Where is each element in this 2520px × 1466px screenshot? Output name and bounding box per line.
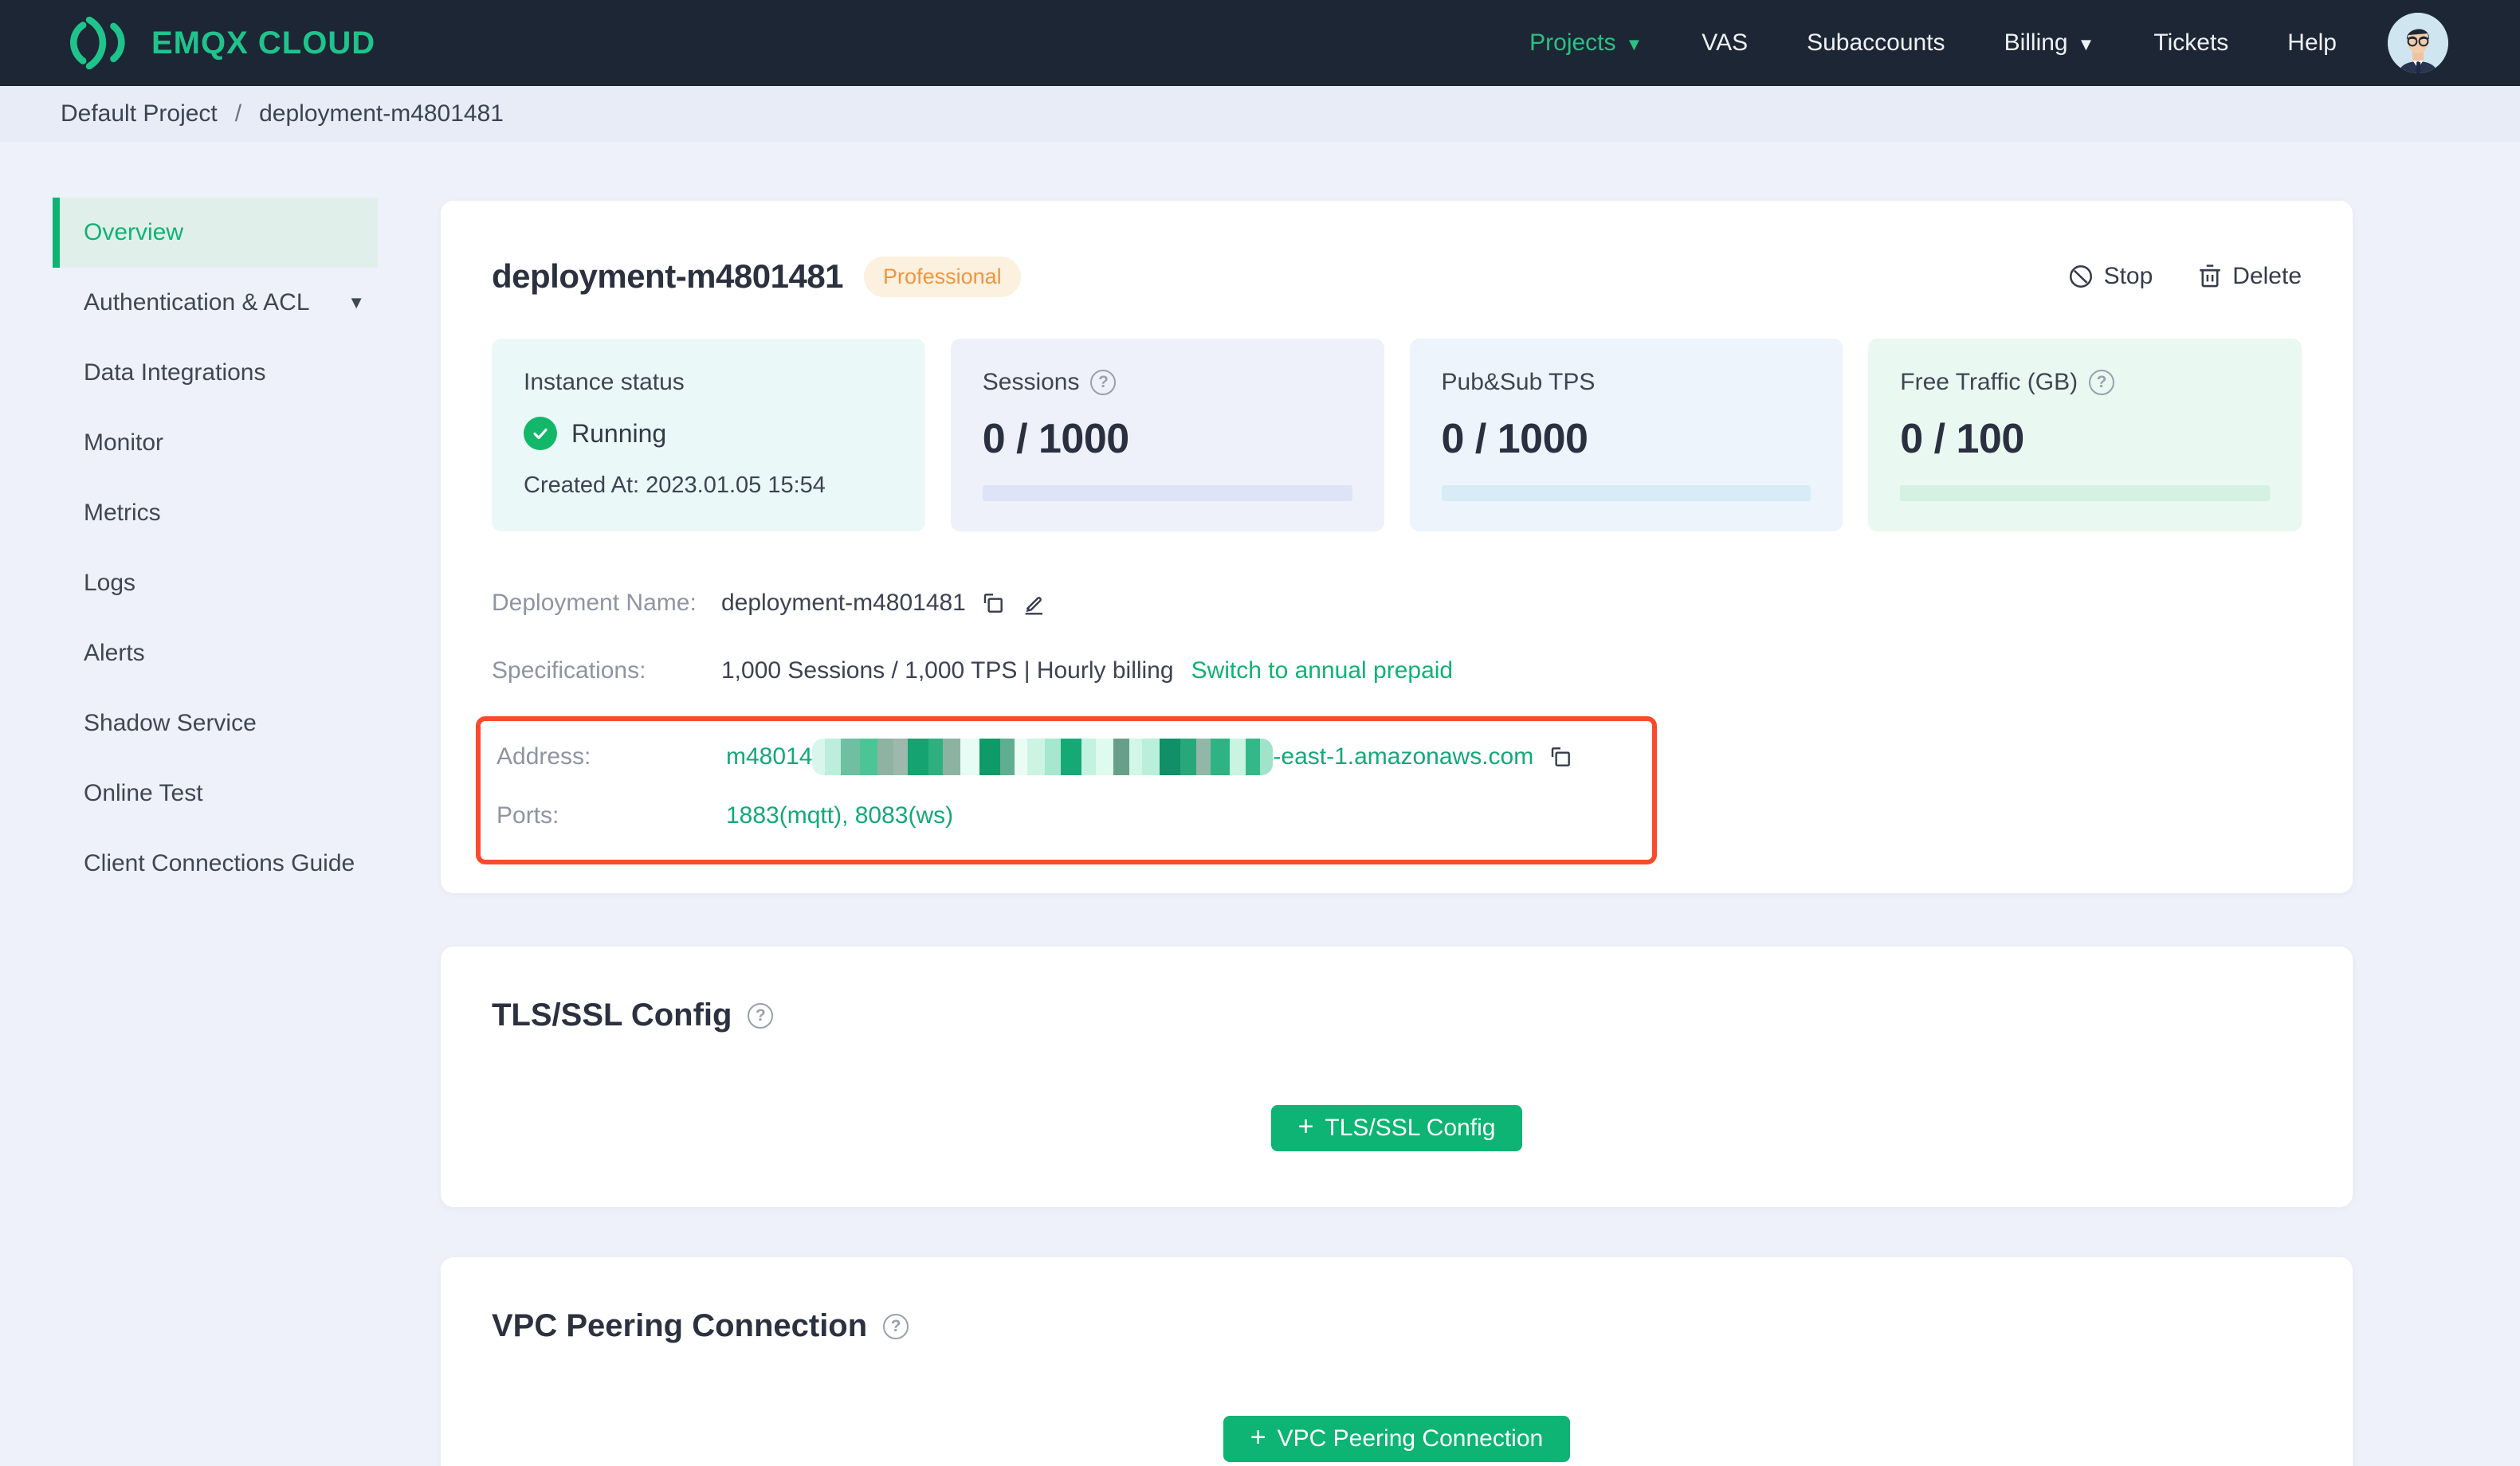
add-tls-ssl-config-button[interactable]: + TLS/SSL Config [1270,1105,1523,1151]
deployment-details: Deployment Name: deployment-m4801481 Spe… [476,569,2302,864]
stop-icon [2067,263,2094,290]
trash-icon [2197,263,2223,290]
deployment-name-row: Deployment Name: deployment-m4801481 [492,569,2302,637]
delete-deployment-button[interactable]: Delete [2197,263,2302,290]
breadcrumb-separator: / [234,100,242,127]
plus-icon: + [1297,1111,1314,1142]
address-row: Address: m48014 -east-1.amazonaws.com [497,727,1652,786]
deployment-name-value: deployment-m4801481 [721,589,966,616]
plan-badge: Professional [864,256,1021,297]
deployment-overview-card: deployment-m4801481 Professional Stop De… [441,201,2353,893]
sidebar: Overview Authentication & ACL ▼ Data Int… [0,142,378,899]
sidebar-item-authentication-acl[interactable]: Authentication & ACL ▼ [60,268,378,338]
sidebar-item-alerts[interactable]: Alerts [60,618,378,688]
chevron-down-icon: ▼ [1625,34,1643,54]
pubsub-tps-card: Pub&Sub TPS 0 / 1000 [1409,339,1843,531]
ports-value: 1883(mqtt), 8083(ws) [726,802,954,829]
user-avatar[interactable] [2388,13,2448,73]
sidebar-item-shadow-service[interactable]: Shadow Service [60,688,378,758]
sessions-value: 0 / 1000 [982,416,1129,462]
free-traffic-value: 0 / 100 [1900,416,2024,462]
sessions-card: Sessions ? 0 / 1000 [950,339,1384,531]
stats-row: Instance status Running Created At: 2023… [492,339,2302,531]
nav-item-help[interactable]: Help [2287,29,2337,57]
instance-status-label: Instance status [524,369,685,395]
chevron-down-icon: ▼ [347,292,365,312]
address-suffix: -east-1.amazonaws.com [1273,743,1534,770]
specifications-label: Specifications: [492,657,646,684]
deployment-title: deployment-m4801481 [492,257,844,295]
edit-icon[interactable] [1020,590,1046,616]
sidebar-item-online-test[interactable]: Online Test [60,758,378,829]
instance-status-card: Instance status Running Created At: 2023… [492,339,925,531]
switch-annual-prepaid-link[interactable]: Switch to annual prepaid [1191,657,1454,684]
breadcrumb: Default Project / deployment-m4801481 [0,86,2520,142]
ports-row: Ports: 1883(mqtt), 8083(ws) [497,786,1652,845]
instance-status-value: Running [571,418,667,448]
add-vpc-peering-button[interactable]: + VPC Peering Connection [1223,1416,1571,1462]
nav-item-subaccounts[interactable]: Subaccounts [1807,29,1945,57]
sessions-label: Sessions [982,369,1080,395]
page: EMQX CLOUD Projects ▼ VAS Subaccounts Bil… [0,0,2520,1466]
pubsub-tps-label: Pub&Sub TPS [1441,369,1596,395]
brand-name: EMQX CLOUD [151,25,376,61]
running-check-icon [524,417,557,450]
sidebar-item-monitor[interactable]: Monitor [60,408,378,478]
deployment-name-label: Deployment Name: [492,589,697,616]
nav-item-billing[interactable]: Billing ▼ [2004,29,2095,57]
main-content: deployment-m4801481 Professional Stop De… [441,142,2353,1466]
copy-icon[interactable] [980,590,1006,616]
brand-logo[interactable]: EMQX CLOUD [61,17,375,69]
vpc-peering-card: VPC Peering Connection ? + VPC Peering C… [441,1257,2353,1466]
sidebar-item-client-connections-guide[interactable]: Client Connections Guide [60,829,378,899]
vpc-peering-title: VPC Peering Connection [492,1308,868,1343]
top-navbar: EMQX CLOUD Projects ▼ VAS Subaccounts Bil… [0,0,2520,86]
nav-item-tickets[interactable]: Tickets [2153,29,2228,57]
stop-deployment-button[interactable]: Stop [2067,263,2153,290]
created-at-text: Created At: 2023.01.05 15:54 [524,472,826,498]
nav-item-vas[interactable]: VAS [1702,29,1748,57]
free-traffic-progress-bar [1900,485,2270,501]
pubsub-tps-value: 0 / 1000 [1441,416,1588,462]
breadcrumb-parent[interactable]: Default Project [61,100,218,127]
pubsub-progress-bar [1441,485,1811,501]
help-icon[interactable]: ? [748,1002,774,1029]
address-redacted-blur [812,739,1274,775]
breadcrumb-current: deployment-m4801481 [259,100,504,127]
help-icon[interactable]: ? [2089,370,2115,395]
plus-icon: + [1250,1422,1266,1452]
address-prefix: m48014 [726,743,813,770]
nav-item-projects[interactable]: Projects ▼ [1529,29,1643,57]
address-label: Address: [497,743,591,770]
help-icon[interactable]: ? [883,1313,909,1339]
copy-icon[interactable] [1548,744,1573,770]
free-traffic-label: Free Traffic (GB) [1900,369,2078,395]
sidebar-item-overview[interactable]: Overview [53,198,378,268]
sidebar-item-data-integrations[interactable]: Data Integrations [60,338,378,408]
ports-label: Ports: [497,802,559,829]
annotation-highlight-box: Address: m48014 -east-1.amazonaws.com Po… [476,716,1657,864]
emqx-logo-icon [61,17,131,69]
tls-ssl-card: TLS/SSL Config ? + TLS/SSL Config [441,947,2353,1207]
chevron-down-icon: ▼ [2077,34,2095,54]
sessions-progress-bar [982,485,1352,501]
sidebar-item-metrics[interactable]: Metrics [60,478,378,548]
nav-menu: Projects ▼ VAS Subaccounts Billing ▼ Ticke… [1529,29,2337,57]
free-traffic-card: Free Traffic (GB) ? 0 / 100 [1868,339,2302,531]
tls-ssl-title: TLS/SSL Config [492,998,732,1033]
specifications-value: 1,000 Sessions / 1,000 TPS | Hourly bill… [721,657,1174,684]
specifications-row: Specifications: 1,000 Sessions / 1,000 T… [492,637,2302,704]
help-icon[interactable]: ? [1090,370,1117,395]
sidebar-item-logs[interactable]: Logs [60,548,378,618]
